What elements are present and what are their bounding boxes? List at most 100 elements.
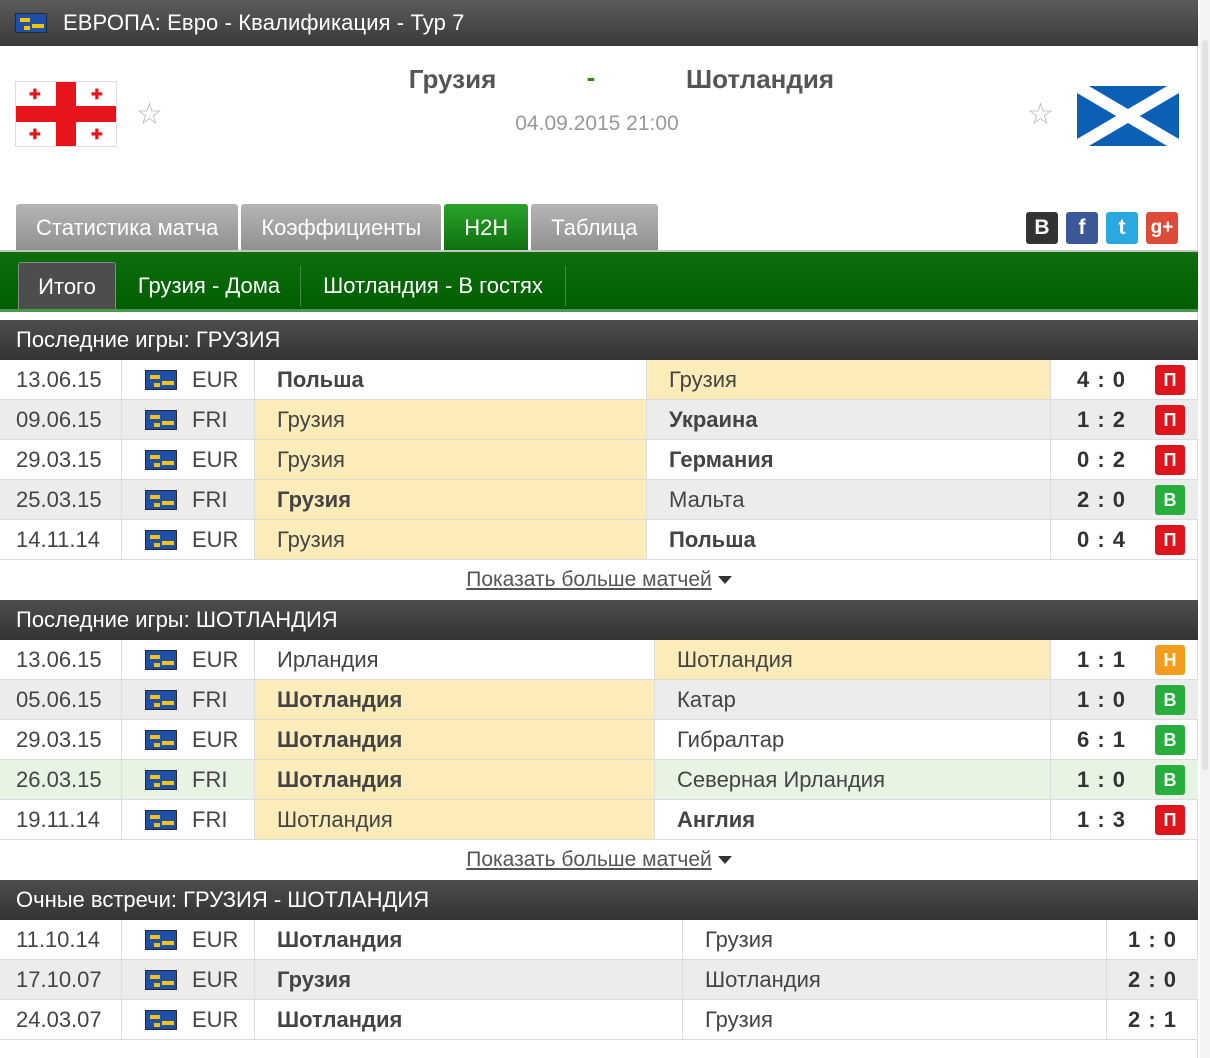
tab-odds[interactable]: Коэффициенты xyxy=(241,204,442,252)
competition-flag-icon xyxy=(145,970,177,990)
match-date: 14.11.14 xyxy=(0,520,122,559)
home-team: Ирландия xyxy=(254,640,654,679)
result-badge: Н xyxy=(1155,645,1185,675)
subtab-overall[interactable]: Итого xyxy=(18,262,116,309)
away-team: Шотландия xyxy=(682,960,1106,999)
match-score: 1 : 3 xyxy=(1050,800,1152,839)
subtab-home[interactable]: Грузия - Дома xyxy=(118,262,300,309)
match-date: 29.03.15 xyxy=(0,440,122,479)
match-datetime: 04.09.2015 21:00 xyxy=(515,112,679,135)
away-team: Грузия xyxy=(682,1000,1106,1039)
match-score: 0 : 2 xyxy=(1050,440,1152,479)
competition-code: EUR xyxy=(192,447,239,472)
home-team: Шотландия xyxy=(254,920,682,959)
table-row[interactable]: 25.03.15 FRI Грузия Мальта 2 : 0 В xyxy=(0,480,1198,520)
georgia-flag-icon: ✚ ✚ ✚ ✚ xyxy=(15,81,117,147)
twitter-icon[interactable]: t xyxy=(1106,212,1138,244)
away-team: Грузия xyxy=(682,920,1106,959)
result-badge: В xyxy=(1155,485,1185,515)
match-score: 1 : 1 xyxy=(1050,640,1152,679)
main-tabs: Статистика матча Коэффициенты H2H Таблиц… xyxy=(16,204,658,252)
competition-code: FRI xyxy=(192,487,228,512)
home-team: Грузия xyxy=(254,440,646,479)
favorite-away-star-icon[interactable]: ☆ xyxy=(1027,100,1054,130)
result-badge: П xyxy=(1155,805,1185,835)
away-team-name[interactable]: Шотландия xyxy=(640,64,880,95)
match-score: 1 : 0 xyxy=(1050,680,1152,719)
table-row[interactable]: 19.11.14 FRI Шотландия Англия 1 : 3 П xyxy=(0,800,1198,840)
scrollbar-thumb[interactable] xyxy=(1202,40,1208,770)
home-team: Грузия xyxy=(254,480,646,519)
match-date: 09.06.15 xyxy=(0,400,122,439)
competition-code: EUR xyxy=(192,367,239,392)
show-more-link[interactable]: Показать больше матчей xyxy=(466,848,712,871)
show-more-link[interactable]: Показать больше матчей xyxy=(466,568,712,591)
match-score: 4 : 0 xyxy=(1050,360,1152,399)
result-badge: П xyxy=(1155,405,1185,435)
match-date: 25.03.15 xyxy=(0,480,122,519)
table-row[interactable]: 13.06.15 EUR Польша Грузия 4 : 0 П xyxy=(0,360,1198,400)
away-team: Англия xyxy=(654,800,1050,839)
home-team: Шотландия xyxy=(254,1000,682,1039)
table-row[interactable]: 29.03.15 EUR Шотландия Гибралтар 6 : 1 В xyxy=(0,720,1198,760)
away-team: Грузия xyxy=(646,360,1050,399)
europe-flag-icon xyxy=(15,13,47,33)
favorite-home-star-icon[interactable]: ☆ xyxy=(136,100,163,130)
table-row[interactable]: 14.11.14 EUR Грузия Польша 0 : 4 П xyxy=(0,520,1198,560)
vk-icon[interactable]: B xyxy=(1026,212,1058,244)
competition-flag-icon xyxy=(145,370,177,390)
section-header: Последние игры: ГРУЗИЯ xyxy=(0,320,1198,360)
table-row[interactable]: 17.10.07 EUR Грузия Шотландия 2 : 0 xyxy=(0,960,1198,1000)
home-team: Польша xyxy=(254,360,646,399)
tab-match-stats[interactable]: Статистика матча xyxy=(16,204,239,252)
chevron-down-icon[interactable] xyxy=(717,576,732,585)
facebook-icon[interactable]: f xyxy=(1066,212,1098,244)
section-header: Последние игры: ШОТЛАНДИЯ xyxy=(0,600,1198,640)
subtab-away[interactable]: Шотландия - В гостях xyxy=(302,262,564,309)
competition-code: EUR xyxy=(192,727,239,752)
away-team: Германия xyxy=(646,440,1050,479)
competition-flag-icon xyxy=(145,450,177,470)
table-row[interactable]: 26.03.15 FRI Шотландия Северная Ирландия… xyxy=(0,760,1198,800)
competition-code: EUR xyxy=(192,647,239,672)
table-row[interactable]: 11.10.14 EUR Шотландия Грузия 1 : 0 xyxy=(0,920,1198,960)
tab-standings[interactable]: Таблица xyxy=(531,204,658,252)
home-team: Шотландия xyxy=(254,720,654,759)
competition-title: ЕВРОПА: Евро - Квалификация - Тур 7 xyxy=(63,10,465,35)
scrollbar[interactable] xyxy=(1200,0,1210,1058)
google-plus-icon[interactable]: g+ xyxy=(1146,212,1178,244)
competition-flag-icon xyxy=(145,1010,177,1030)
table-row[interactable]: 13.06.15 EUR Ирландия Шотландия 1 : 1 Н xyxy=(0,640,1198,680)
match-date: 26.03.15 xyxy=(0,760,122,799)
match-date: 05.06.15 xyxy=(0,680,122,719)
competition-flag-icon xyxy=(145,530,177,550)
match-score: 1 : 0 xyxy=(1050,760,1152,799)
show-more-row: Показать больше матчей xyxy=(0,560,1198,600)
home-team-name[interactable]: Грузия xyxy=(330,64,575,95)
competition-flag-icon xyxy=(145,490,177,510)
away-team: Катар xyxy=(654,680,1050,719)
competition-flag-icon xyxy=(145,650,177,670)
result-badge: В xyxy=(1155,725,1185,755)
competition-code: EUR xyxy=(192,967,239,992)
competition-flag-icon xyxy=(145,690,177,710)
scotland-flag-icon xyxy=(1077,86,1179,146)
home-team: Грузия xyxy=(254,960,682,999)
table-row[interactable]: 29.03.15 EUR Грузия Германия 0 : 2 П xyxy=(0,440,1198,480)
home-team: Шотландия xyxy=(254,800,654,839)
match-date: 24.03.07 xyxy=(0,1000,122,1039)
table-row[interactable]: 24.03.07 EUR Шотландия Грузия 2 : 1 xyxy=(0,1000,1198,1040)
home-team: Грузия xyxy=(254,520,646,559)
away-team: Шотландия xyxy=(654,640,1050,679)
table-row[interactable]: 05.06.15 FRI Шотландия Катар 1 : 0 В xyxy=(0,680,1198,720)
match-date: 19.11.14 xyxy=(0,800,122,839)
tab-h2h[interactable]: H2H xyxy=(444,204,529,252)
match-score: 2 : 0 xyxy=(1106,960,1198,999)
table-row[interactable]: 09.06.15 FRI Грузия Украина 1 : 2 П xyxy=(0,400,1198,440)
match-header: ✚ ✚ ✚ ✚ ☆ Грузия - Шотландия 04.09.2015 … xyxy=(0,46,1198,196)
chevron-down-icon[interactable] xyxy=(717,856,732,865)
social-share: B f t g+ xyxy=(1026,212,1178,244)
away-team: Украина xyxy=(646,400,1050,439)
away-team: Гибралтар xyxy=(654,720,1050,759)
competition-code: EUR xyxy=(192,527,239,552)
